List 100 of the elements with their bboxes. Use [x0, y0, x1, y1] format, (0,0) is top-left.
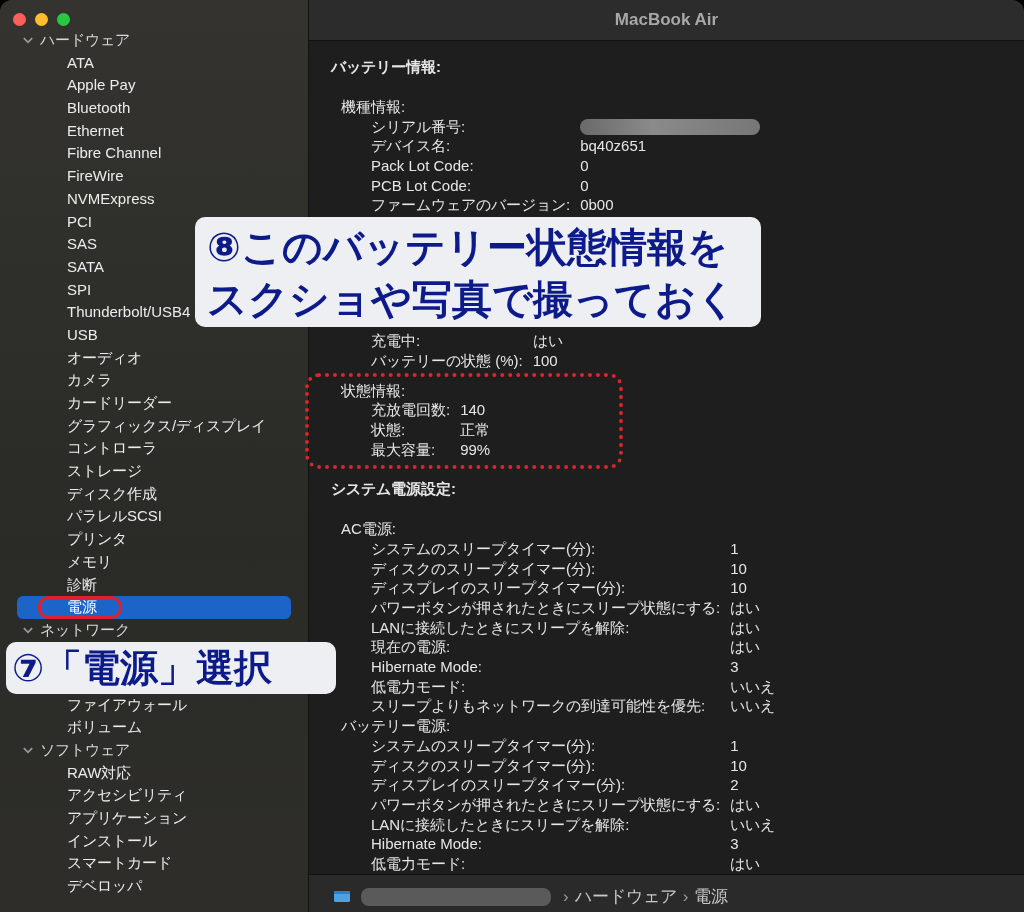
field-value: 1 [730, 735, 740, 756]
sidebar-item[interactable]: Thunderbolt/USB4 [67, 301, 191, 324]
window-title: MacBook Air [614, 10, 719, 30]
sidebar-item[interactable]: メモリ [67, 550, 112, 574]
field-value: いいえ [730, 696, 776, 717]
sidebar-item[interactable]: スマートカード [67, 852, 172, 876]
separator-glyph: › [563, 886, 569, 907]
sidebar-item[interactable]: 電源 [17, 596, 291, 619]
path-crumb[interactable]: 電源 [694, 885, 729, 909]
field-value: 3 [730, 834, 740, 854]
field-value: いいえ [730, 814, 776, 835]
field-label: スリープよりもネットワークの到達可能性を優先: [371, 696, 707, 717]
field-value: 正常 [460, 419, 491, 440]
sidebar-item[interactable]: ATA [67, 51, 94, 75]
sidebar-item[interactable]: USB [67, 323, 98, 347]
field-value: 10 [730, 558, 748, 579]
sidebar-item[interactable]: Apple Pay [67, 74, 136, 98]
field-label: ディスプレイのスリープタイマー(分): [371, 578, 627, 598]
group-label: バッテリー電源: [341, 716, 452, 736]
field-label: シリアル番号: [371, 116, 467, 137]
sidebar-item[interactable]: コントローラ [67, 437, 157, 461]
field-value: bq40z651 [580, 136, 648, 157]
field-label: ディスクのスリープタイマー(分): [371, 755, 597, 776]
group-label: 機種情報: [341, 97, 407, 117]
section-heading: バッテリー情報: [331, 57, 442, 77]
field-value: 1 [730, 538, 740, 559]
sidebar-item[interactable]: アクセシビリティ [67, 784, 187, 807]
sidebar-item[interactable]: SATA [67, 255, 104, 279]
sidebar-item[interactable]: 診断 [67, 573, 97, 597]
field-value: 10 [730, 755, 748, 776]
sidebar-item[interactable]: ストレージ [67, 460, 142, 483]
minimize-button[interactable] [35, 13, 48, 26]
field-value: 0 [580, 175, 590, 196]
sidebar-item[interactable]: ディスク作成 [67, 482, 157, 506]
separator-glyph: › [682, 886, 689, 907]
sidebar-item[interactable]: ボリューム [67, 716, 142, 739]
sidebar-item[interactable]: オーディオ [67, 346, 142, 370]
field-value: はい [730, 794, 762, 815]
sidebar-item[interactable]: Ethernet [67, 119, 124, 143]
field-label: システムのスリープタイマー(分): [371, 735, 597, 756]
field-label: ディスプレイのスリープタイマー(分): [371, 775, 627, 795]
computer-icon [333, 889, 351, 904]
field-value: はい [730, 598, 762, 618]
field-label: 充放電回数: [371, 400, 451, 420]
field-value: はい [730, 637, 762, 658]
sidebar-item[interactable]: パラレルSCSI [67, 505, 162, 529]
field-value: はい [730, 853, 762, 874]
sidebar-item[interactable]: PCI [67, 210, 92, 234]
path-crumb[interactable]: ハードウェア [574, 885, 677, 909]
field-value: 99% [460, 439, 491, 460]
field-label: バッテリーの状態 (%): [371, 350, 523, 371]
field-label: 充電中: [371, 331, 422, 351]
sidebar-item[interactable]: カメラ [67, 369, 112, 392]
field-label: Pack Lot Code: [371, 156, 475, 176]
sidebar-item[interactable]: ファイアウォール [67, 693, 187, 717]
sidebar-item[interactable]: デベロッパ [67, 875, 142, 898]
field-label: LANに接続したときにスリープを解除: [371, 814, 631, 835]
field-value: 3 [730, 657, 740, 677]
group-label: 状態情報: [341, 380, 407, 401]
sidebar-item[interactable]: SAS [67, 233, 97, 256]
field-label: 最大容量: [371, 439, 437, 460]
field-label: Hibernate Mode: [371, 657, 483, 677]
group-label: AC電源: [341, 519, 397, 539]
field-label: Hibernate Mode: [371, 834, 483, 854]
field-label: デバイス名: [371, 136, 452, 157]
field-label: ディスクのスリープタイマー(分): [371, 558, 597, 579]
field-label: PCB Lot Code: [371, 175, 473, 196]
zoom-button[interactable] [57, 13, 70, 26]
field-value: 0 [580, 156, 590, 176]
annotation-callout: ⑦「電源」選択 [6, 641, 336, 694]
field-value: 140 [460, 400, 487, 420]
field-label: 低電力モード: [371, 676, 467, 697]
field-label: システムのスリープタイマー(分): [371, 538, 597, 559]
field-value: はい [730, 617, 762, 638]
callout-text: ⑧このバッテリー状態情報を [207, 223, 728, 273]
field-label: 状態: [371, 419, 407, 440]
sidebar-item[interactable]: アプリケーション [67, 807, 187, 830]
sidebar-item[interactable]: RAW対応 [67, 761, 132, 785]
sidebar-item[interactable]: グラフィックス/ディスプレイ [67, 414, 267, 438]
sidebar-item[interactable]: FireWire [67, 165, 124, 188]
sidebar-item[interactable]: インストール [67, 829, 157, 853]
sidebar-group[interactable]: ソフトウェア [40, 740, 130, 760]
sidebar-group[interactable]: ネットワーク [40, 620, 130, 640]
field-value: はい [532, 331, 563, 351]
sidebar-item[interactable]: SPI [67, 278, 92, 302]
field-value: 0b00 [580, 195, 615, 216]
field-label: 低電力モード: [371, 853, 467, 874]
sidebar-group[interactable]: ハードウェア [40, 30, 130, 50]
field-label: LANに接続したときにスリープを解除: [371, 617, 631, 638]
sidebar-item[interactable]: カードリーダー [67, 392, 172, 415]
field-value: いいえ [730, 676, 776, 697]
sidebar-item[interactable]: プリンタ [67, 528, 127, 551]
field-value: 2 [730, 775, 740, 795]
sidebar-item[interactable]: Bluetooth [67, 97, 131, 120]
field-label: パワーボタンが押されたときにスリープ状態にする: [371, 794, 721, 815]
sidebar-item[interactable]: NVMExpress [67, 187, 155, 211]
field-value: 100 [532, 350, 559, 371]
field-label: パワーボタンが押されたときにスリープ状態にする: [371, 598, 721, 618]
sidebar-item[interactable]: Fibre Channel [67, 142, 162, 166]
close-button[interactable] [13, 13, 26, 26]
